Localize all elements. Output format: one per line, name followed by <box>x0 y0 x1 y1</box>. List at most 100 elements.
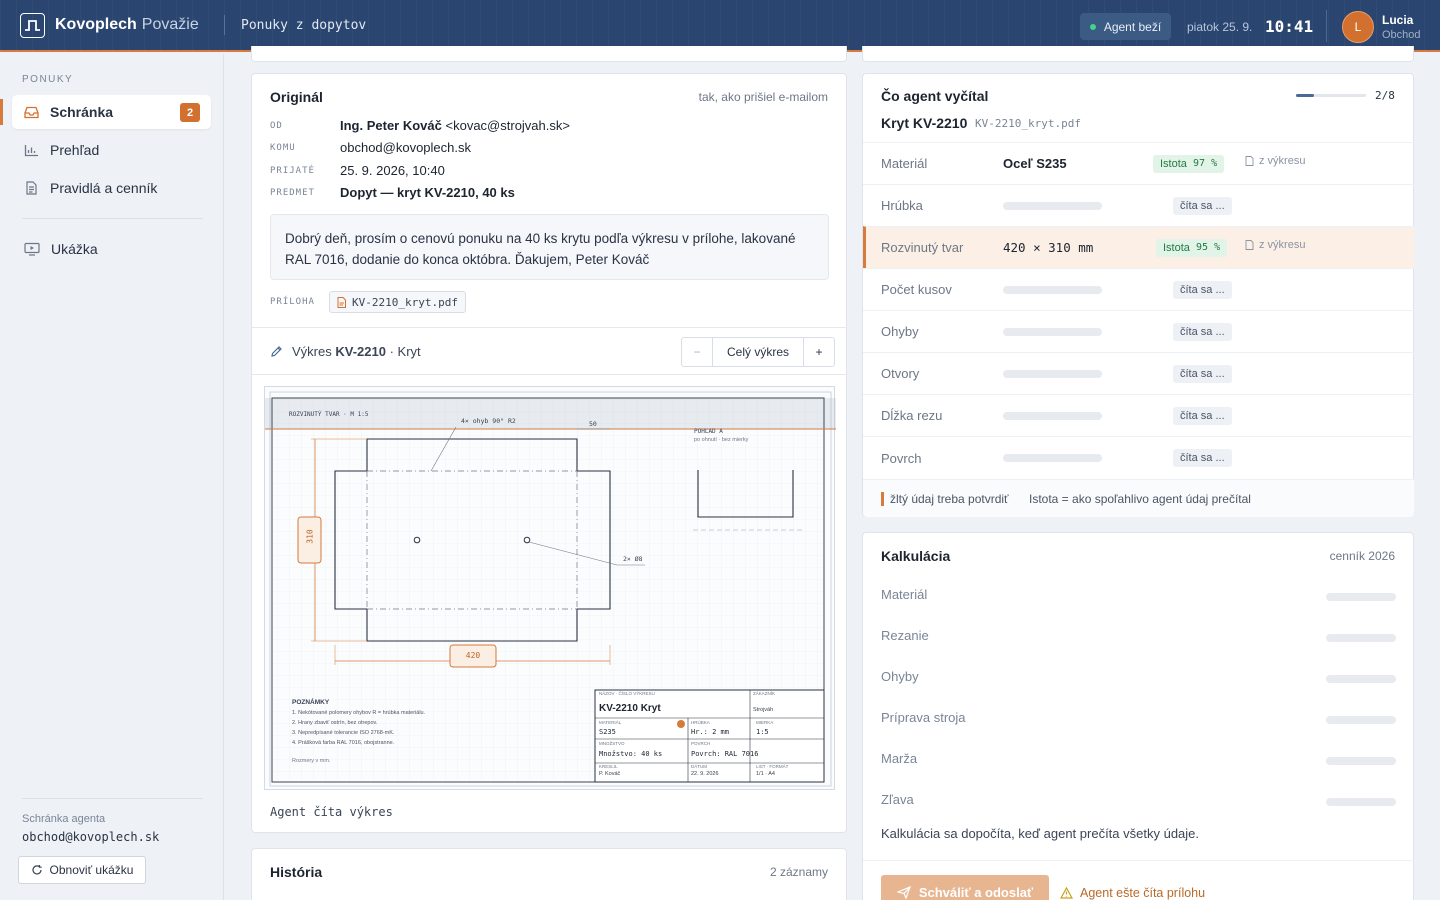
attachment-chip[interactable]: KV-2210_kryt.pdf <box>329 291 466 313</box>
calc-row-discount: Zľava <box>881 792 1396 812</box>
sidebar-item-demo[interactable]: Ukážka <box>12 232 211 266</box>
reading-badge: číta sa ... <box>1173 406 1232 425</box>
logo[interactable]: Kovoplech Považie <box>20 12 224 38</box>
card-title: Originál <box>270 89 323 105</box>
drawing-label-prefix: Výkres <box>292 343 332 359</box>
loading-placeholder <box>1003 202 1102 210</box>
attachment-name: KV-2210_kryt.pdf <box>352 295 458 309</box>
pending-warning: Agent ešte číta prílohu <box>1060 886 1205 900</box>
header-separator <box>224 15 225 35</box>
note-3: 3. Nepredpísané tolerancie ISO 2768-mK. <box>292 730 395 736</box>
sidebar: PONUKY Schránka 2 Prehľad Pravidlá a cen… <box>0 54 224 900</box>
previous-card-edge <box>251 46 847 62</box>
loading-placeholder <box>1326 593 1396 601</box>
field-row-bends[interactable]: Ohyby číta sa ... <box>863 310 1414 352</box>
field-label: Rozvinutý tvar <box>881 240 964 255</box>
height-dimension: 310 <box>305 529 315 544</box>
tb-name: KV-2210 Kryt <box>599 703 661 714</box>
field-label: Povrch <box>881 450 922 466</box>
send-icon <box>896 885 911 899</box>
document-icon <box>26 181 37 195</box>
pending-warning-text: Agent ešte číta prílohu <box>1080 886 1206 900</box>
file-icon <box>1245 240 1254 250</box>
field-label: Ohyby <box>881 324 919 339</box>
sidebar-item-label: Schránka <box>50 104 114 120</box>
calc-row-cutting: Rezanie <box>881 628 1396 648</box>
field-label: Hrúbka <box>881 198 923 213</box>
avatar[interactable]: L <box>1342 11 1374 43</box>
tb-name-key: NÁZOV · ČÍSLO VÝKRESU <box>599 691 655 696</box>
view-a-label: POHĽAD A <box>694 428 723 435</box>
confidence-badge: Istota 97 % <box>1153 154 1225 173</box>
legend-confidence: Istota = ako spoľahlivo agent údaj prečí… <box>1029 492 1251 506</box>
tb-customer: Strojváh <box>753 707 774 713</box>
drawing-view-label: ROZVINUTÝ TVAR · M 1:5 <box>289 411 369 418</box>
calc-row-label: Zľava <box>881 792 914 807</box>
logo-icon <box>20 12 45 38</box>
card-title: Čo agent vyčítal <box>881 88 989 104</box>
received-label: PRIJATÉ <box>270 166 315 176</box>
loading-placeholder <box>1003 370 1102 378</box>
extracted-fields-card: Čo agent vyčítal 2/8 Kryt KV-2210 KV-221… <box>862 73 1414 517</box>
divider <box>863 860 1414 861</box>
note-4: 4. Prášková farba RAL 7016, obojstranne. <box>292 740 395 746</box>
sender-email: <kovac@strojvah.sk> <box>445 118 570 133</box>
notes-title: POZNÁMKY <box>292 699 330 706</box>
email-body: Dobrý deň, prosím o cenovú ponuku na 40 … <box>270 214 829 280</box>
loading-placeholder <box>1003 454 1102 462</box>
field-row-thickness[interactable]: Hrúbka číta sa ... <box>863 184 1414 226</box>
to-label: KOMU <box>270 143 296 153</box>
agent-mailbox-label: Schránka agenta <box>22 813 106 825</box>
tb-customer-key: ZÁKAZNÍK <box>753 691 776 696</box>
field-row-holes[interactable]: Otvory číta sa ... <box>863 352 1414 394</box>
sidebar-item-overview[interactable]: Prehľad <box>12 133 211 167</box>
calc-row-label: Marža <box>881 751 918 766</box>
card-note: tak, ako prišiel e-mailom <box>698 90 828 104</box>
sender-name: Ing. Peter Kováč <box>340 118 442 133</box>
agent-status-text: Agent beží <box>1103 19 1162 34</box>
approve-send-button[interactable]: Schváliť a odoslať <box>881 875 1049 900</box>
zoom-in-button[interactable]: + <box>804 338 834 366</box>
history-count: 2 záznamy <box>769 865 828 879</box>
card-title: Kalkulácia <box>881 548 951 564</box>
loading-placeholder <box>1326 675 1396 683</box>
flange-dimension: 50 <box>589 420 597 428</box>
field-row-cut-length[interactable]: Dĺžka rezu číta sa ... <box>863 394 1414 436</box>
warning-marker <box>881 492 884 506</box>
calculation-note: Kalkulácia sa dopočíta, keď agent prečít… <box>881 826 1200 841</box>
header-divider <box>1326 10 1327 42</box>
calculation-card: Kalkulácia cenník 2026 Materiál Rezanie … <box>862 532 1414 900</box>
drawing-reading-status: Agent číta výkres <box>270 805 393 819</box>
drawing-toolbar: Výkres KV-2210 · Kryt − Celý výkres + <box>252 327 847 375</box>
calc-row-label: Materiál <box>881 587 928 602</box>
chart-icon <box>24 144 38 156</box>
inbox-icon <box>24 106 39 118</box>
extraction-progress-text: 2/8 <box>1375 89 1395 102</box>
approve-send-label: Schváliť a odoslať <box>918 884 1034 900</box>
field-row-flat-pattern[interactable]: Rozvinutý tvar 420 × 310 mm Istota 95 % … <box>863 226 1414 268</box>
sidebar-item-inbox[interactable]: Schránka 2 <box>0 95 211 129</box>
field-row-material[interactable]: Materiál Oceľ S235 Istota 97 % z výkresu <box>863 142 1414 184</box>
tb-scale-key: MIERKA <box>756 720 774 725</box>
calc-row-label: Príprava stroja <box>881 710 966 725</box>
reset-demo-button[interactable]: Obnoviť ukážku <box>18 856 146 884</box>
drawing-code: KV-2210 <box>335 343 386 359</box>
reading-badge: číta sa ... <box>1173 364 1232 383</box>
tb-surface: Povrch: RAL 7016 <box>691 750 759 758</box>
tb-drawn-key: KRESLIL <box>599 764 618 769</box>
previous-card-edge <box>862 46 1414 62</box>
field-label: Otvory <box>881 366 920 381</box>
zoom-out-button[interactable]: − <box>682 338 713 366</box>
calc-row-label: Ohyby <box>881 669 919 684</box>
field-row-quantity[interactable]: Počet kusov číta sa ... <box>863 268 1414 310</box>
fit-drawing-button[interactable]: Celý výkres <box>713 338 804 366</box>
loading-placeholder <box>1003 286 1102 294</box>
field-row-surface[interactable]: Povrch číta sa ... <box>863 436 1414 479</box>
technical-drawing-viewer[interactable]: ROZVINUTÝ TVAR · M 1:5 4× ohyb 90° R2 50… <box>264 386 836 790</box>
sidebar-item-rules[interactable]: Pravidlá a cenník <box>12 171 211 205</box>
inbox-count-badge: 2 <box>180 103 200 122</box>
header-date: piatok 25. 9. <box>1187 20 1253 34</box>
sidebar-divider <box>22 218 203 219</box>
calc-row-margin: Marža <box>881 751 1396 771</box>
calc-row-label: Rezanie <box>881 628 929 643</box>
